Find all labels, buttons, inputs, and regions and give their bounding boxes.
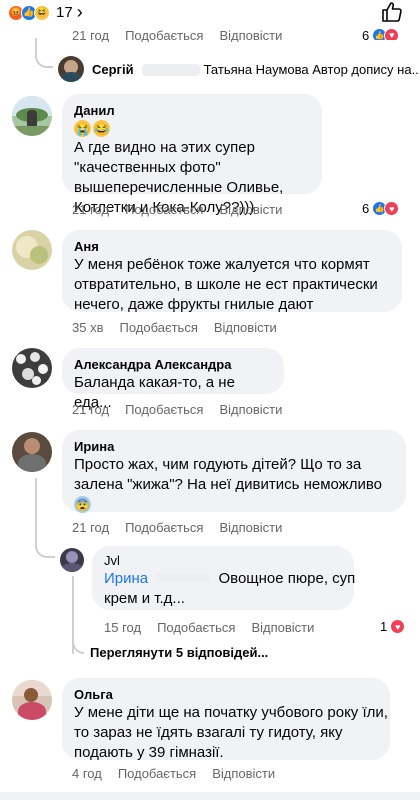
reply-link[interactable]: Відповісти [219, 28, 282, 42]
comment-bubble: Данил 😭 😂 А где видно на этих супер "кач… [62, 94, 322, 216]
comment-actions: 21 год Подобається Відповісти [72, 402, 298, 417]
avatar-irina[interactable] [12, 432, 52, 472]
reply-reaction-count[interactable]: 1 ♥ [380, 619, 406, 634]
comment-time: 21 год [72, 520, 110, 535]
like-link[interactable]: Подобається [157, 620, 235, 635]
reply-link[interactable]: Відповісти [214, 320, 277, 335]
reply-bubble: Jvl Ирина Овощное пюре, суп крем и т.д..… [92, 546, 355, 610]
reaction-number: 1 [380, 619, 388, 634]
reply-text-line1: Ирина Овощное пюре, суп [104, 569, 355, 589]
chevron-right-icon[interactable]: › [77, 2, 83, 23]
laugh-emoji-icon: 😂 [93, 120, 110, 137]
like-link[interactable]: Подобається [119, 320, 197, 335]
comment-author[interactable]: Ирина [74, 438, 394, 455]
reply-link[interactable]: Відповісти [219, 202, 282, 217]
avatar-serhii[interactable] [58, 56, 84, 82]
comment-author[interactable]: Данил [74, 102, 310, 119]
comment-actions: 4 год Подобається Відповісти [72, 766, 291, 781]
sob-emoji-icon: 😭 [74, 120, 91, 137]
comment-bubble: Александра Александра Баланда какая-то, … [62, 348, 284, 411]
cold-face-emoji-icon: 😨 [74, 496, 91, 513]
reaction-summary-bar: 😡 👍 😆 17 › [0, 0, 420, 26]
heart-icon: ♥ [384, 201, 400, 216]
comment-author[interactable]: Ольга [74, 686, 378, 703]
comment-time: 21 год [72, 28, 110, 42]
reaction-count: 17 [56, 4, 73, 21]
comment-reaction-count[interactable]: 6 👍 ♥ [362, 201, 400, 216]
thread-connector [35, 538, 55, 558]
reply-author: Сергій [92, 62, 134, 77]
comment-time: 21 год [72, 402, 110, 417]
partial-comment-actions: 21 год Подобається Відповісти [72, 26, 298, 42]
comment-bubble: Аня У меня ребёнок тоже жалуется что кор… [62, 230, 402, 313]
comment-time: 4 год [72, 766, 102, 781]
avatar-danil[interactable] [12, 96, 52, 136]
reply-link[interactable]: Відповісти [212, 766, 275, 781]
comment-text: У меня ребёнок тоже жалуется что кормят … [74, 256, 378, 313]
comment-text: У мене діти ще на початку учбового року … [74, 704, 388, 761]
haha-icon: 😆 [34, 4, 50, 21]
reply-link[interactable]: Відповісти [219, 520, 282, 535]
redacted-text [141, 63, 200, 76]
comment-actions: 35 хв Подобається Відповісти [72, 320, 293, 335]
comment-author[interactable]: Аня [74, 238, 390, 255]
comment-author[interactable]: Александра Александра [74, 356, 272, 373]
comment-bubble: Ирина Просто жах, чим годують дітей? Що … [62, 430, 406, 513]
mention-link[interactable]: Ирина [104, 570, 148, 587]
heart-icon: ♥ [384, 27, 400, 40]
reply-author[interactable]: Jvl [104, 552, 342, 569]
like-link[interactable]: Подобається [118, 766, 196, 781]
reply-actions: 15 год Подобається Відповісти [104, 620, 330, 635]
reaction-number: 6 [362, 27, 370, 41]
thread-line [35, 478, 37, 544]
emoji-row: 😭 😂 [74, 120, 310, 137]
heart-icon: ♥ [390, 619, 406, 634]
comment-text: Просто жах, чим годують дітей? Що то за … [74, 456, 382, 493]
reply-link[interactable]: Відповісти [251, 620, 314, 635]
thread-connector [35, 50, 53, 68]
comment-time: 21 год [72, 202, 110, 217]
comment-actions: 21 год Подобається Відповісти [72, 202, 298, 217]
avatar-anya[interactable] [12, 230, 52, 270]
collapsed-reply[interactable]: Сергій Татьяна Наумова Автор допису на..… [92, 62, 420, 77]
comment-bubble: Ольга У мене діти ще на початку учбового… [62, 678, 390, 761]
avatar-aleksandra[interactable] [12, 348, 52, 388]
comment-time: 35 хв [72, 320, 104, 335]
avatar-jvl[interactable] [60, 548, 84, 572]
like-outline-icon[interactable] [380, 0, 404, 24]
view-more-replies-link[interactable]: Переглянути 5 відповідей... [90, 645, 268, 660]
avatar-olga[interactable] [12, 680, 52, 720]
like-link[interactable]: Подобається [125, 402, 203, 417]
next-comment-edge [0, 792, 420, 800]
reply-text-line2: крем и т.д... [104, 590, 185, 607]
reaction-number: 6 [362, 201, 370, 216]
reply-text: Овощное пюре, суп [218, 570, 356, 587]
comment-actions: 21 год Подобається Відповісти [72, 520, 298, 535]
like-link[interactable]: Подобається [125, 28, 203, 42]
reply-time: 15 год [104, 620, 142, 635]
partial-reaction-count: 6 👍 ♥ [362, 26, 400, 41]
like-link[interactable]: Подобається [125, 202, 203, 217]
reply-preview: Татьяна Наумова Автор допису на... [203, 62, 420, 77]
reaction-summary[interactable]: 😡 👍 😆 17 › [8, 2, 83, 23]
reply-link[interactable]: Відповісти [219, 402, 282, 417]
like-link[interactable]: Подобається [125, 520, 203, 535]
redacted-text [156, 573, 211, 583]
